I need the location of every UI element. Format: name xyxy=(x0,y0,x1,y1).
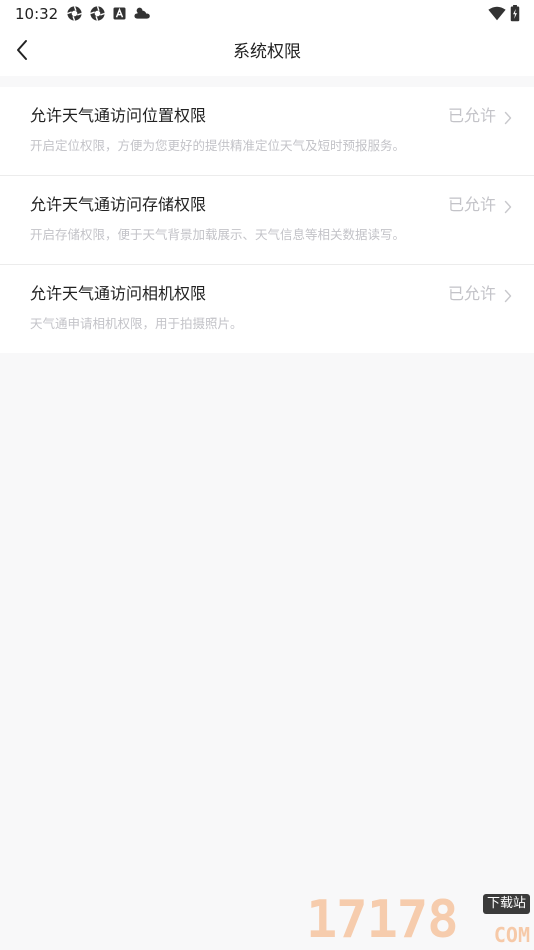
wifi-icon xyxy=(488,6,506,21)
permission-item-location[interactable]: 允许天气通访问位置权限 已允许 开启定位权限，方便为您更好的提供精准定位天气及短… xyxy=(0,87,534,176)
aperture-icon xyxy=(89,5,106,22)
watermark-digits: 17178 xyxy=(306,890,459,950)
status-system-icons xyxy=(488,5,520,22)
status-bar: 10:32 xyxy=(0,0,534,28)
watermark-suffix: COM xyxy=(493,923,530,947)
permission-title: 允许天气通访问相机权限 xyxy=(30,284,207,303)
watermark-logo: 17178 下载站 COM xyxy=(306,892,532,950)
status-time: 10:32 xyxy=(15,5,59,23)
permission-title: 允许天气通访问位置权限 xyxy=(30,106,207,125)
permission-description: 天气通申请相机权限，用于拍摄照片。 xyxy=(30,316,243,331)
a-badge-icon xyxy=(112,5,127,22)
status-notification-icons xyxy=(66,5,152,22)
chevron-right-icon xyxy=(504,199,512,218)
permission-status: 已允许 xyxy=(447,195,496,214)
page-title: 系统权限 xyxy=(233,42,301,62)
permission-description: 开启存储权限，便于天气背景加载展示、天气信息等相关数据读写。 xyxy=(30,227,406,242)
permission-description: 开启定位权限，方便为您更好的提供精准定位天气及短时预报服务。 xyxy=(30,138,406,153)
weather-cloud-icon xyxy=(133,5,152,22)
battery-charging-icon xyxy=(510,5,520,22)
permission-list: 允许天气通访问位置权限 已允许 开启定位权限，方便为您更好的提供精准定位天气及短… xyxy=(0,87,534,353)
watermark-tag: 下载站 xyxy=(482,894,530,914)
permission-item-camera[interactable]: 允许天气通访问相机权限 已允许 天气通申请相机权限，用于拍摄照片。 xyxy=(0,265,534,353)
navigation-bar: 系统权限 xyxy=(0,28,534,76)
permission-title: 允许天气通访问存储权限 xyxy=(30,195,207,214)
chevron-right-icon xyxy=(504,110,512,129)
permission-status: 已允许 xyxy=(447,284,496,303)
permission-status: 已允许 xyxy=(447,106,496,125)
chevron-right-icon xyxy=(504,288,512,307)
permission-item-storage[interactable]: 允许天气通访问存储权限 已允许 开启存储权限，便于天气背景加载展示、天气信息等相… xyxy=(0,176,534,265)
aperture-icon xyxy=(66,5,83,22)
